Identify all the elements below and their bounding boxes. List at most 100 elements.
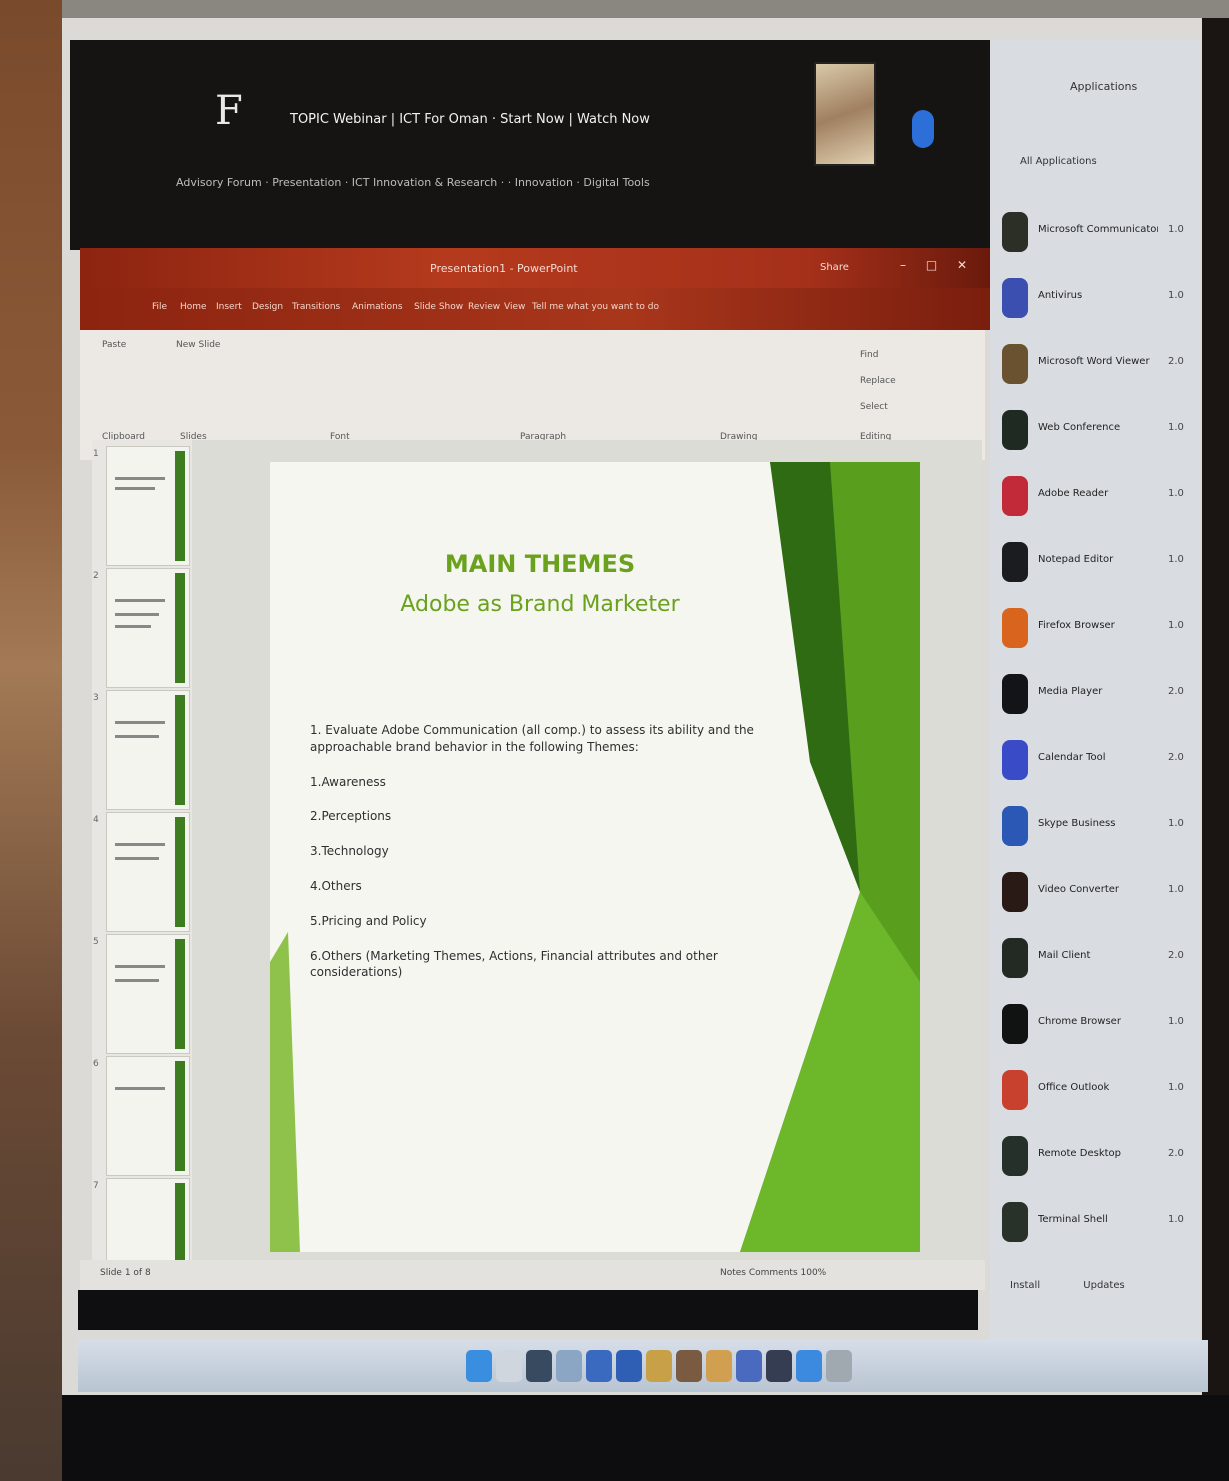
app-list-item[interactable]: Firefox Browser 1.0 [1000,596,1200,656]
app-list-item[interactable]: Antivirus 1.0 [1000,266,1200,326]
new-slide-button[interactable]: New Slide [176,340,220,350]
app-list-item[interactable]: Microsoft Word Viewer 2.0 [1000,332,1200,392]
panel-title: Applications [1070,80,1138,93]
dock-app-icon[interactable] [616,1350,642,1382]
bullet-item: 3.Technology [310,844,389,859]
view-controls[interactable]: Notes Comments 100% [720,1268,826,1278]
dock-app-icon[interactable] [766,1350,792,1382]
install-updates-button[interactable]: Install Updates [1010,1280,1125,1291]
app-version: 2.0 [1168,950,1184,961]
dock-app-icon[interactable] [466,1350,492,1382]
header-logo-letter: F [215,88,243,134]
slide-thumbnail[interactable]: 5 [93,934,190,1054]
dock-app-icon[interactable] [736,1350,762,1382]
dock-app-icon[interactable] [826,1350,852,1382]
app-version: 1.0 [1168,554,1184,565]
app-icon [1002,674,1028,714]
app-name: Media Player [1038,686,1103,697]
app-name: Microsoft Word Viewer [1038,356,1150,367]
app-list-item[interactable]: Mail Client 2.0 [1000,926,1200,986]
tab-file[interactable]: File [152,302,167,312]
app-name: Web Conference [1038,422,1121,433]
app-list-item[interactable]: Media Player 2.0 [1000,662,1200,722]
app-list-item[interactable]: Adobe Reader 1.0 [1000,464,1200,524]
tab-transitions[interactable]: Transitions [292,302,340,312]
app-name: Chrome Browser [1038,1016,1121,1027]
app-list-item[interactable]: Skype Business 1.0 [1000,794,1200,854]
bullet-item: 4.Others [310,878,362,893]
video-subtitle: Advisory Forum · Presentation · ICT Inno… [176,176,650,189]
app-list-item[interactable]: Calendar Tool 2.0 [1000,728,1200,788]
video-title[interactable]: TOPIC Webinar | ICT For Oman · Start Now… [290,112,650,127]
slide-number: 7 [93,1181,99,1191]
tab-design[interactable]: Design [252,302,283,312]
app-name: Notepad Editor [1038,554,1114,565]
app-icon [1002,344,1028,384]
share-button[interactable]: Share [820,262,849,273]
app-list-item[interactable]: Microsoft Communicator 1.0 [1000,200,1200,260]
window-controls[interactable]: – □ ✕ [900,258,975,272]
app-name: Antivirus [1038,290,1083,301]
slide-thumbnail[interactable]: 3 [93,690,190,810]
slide-subtitle[interactable]: Adobe as Brand Marketer [270,592,810,617]
slide-body[interactable]: 1. Evaluate Adobe Communication (all com… [310,722,780,999]
window-shadow [78,1290,978,1330]
dock-app-icon[interactable] [706,1350,732,1382]
dock-app-icon[interactable] [676,1350,702,1382]
slide-number: 3 [93,693,99,703]
slide-title[interactable]: MAIN THEMES [270,550,810,578]
slide-thumbnail[interactable]: 6 [93,1056,190,1176]
tab-review[interactable]: Review [468,302,500,312]
dock-app-icon[interactable] [526,1350,552,1382]
background-wall [0,0,62,1481]
app-list-item[interactable]: Chrome Browser 1.0 [1000,992,1200,1052]
dock-app-icon[interactable] [646,1350,672,1382]
app-icon [1002,872,1028,912]
app-list-item[interactable]: Web Conference 1.0 [1000,398,1200,458]
app-version: 1.0 [1168,620,1184,631]
tab-home[interactable]: Home [180,302,207,312]
slide-thumbnail[interactable]: 1 [93,446,190,566]
tab-view[interactable]: View [504,302,525,312]
tab-slide-show[interactable]: Slide Show [414,302,463,312]
app-version: 1.0 [1168,1214,1184,1225]
app-list-item[interactable]: Video Converter 1.0 [1000,860,1200,920]
tab-animations[interactable]: Animations [352,302,403,312]
replace-button[interactable]: Replace [860,376,896,386]
filter-dropdown[interactable]: All Applications [1020,156,1097,167]
slide-number: 4 [93,815,99,825]
app-list-item[interactable]: Remote Desktop 2.0 [1000,1124,1200,1184]
paste-button[interactable]: Paste [102,340,126,350]
dock-app-icon[interactable] [586,1350,612,1382]
dock-app-icon[interactable] [796,1350,822,1382]
app-version: 1.0 [1168,1016,1184,1027]
dock-app-icon[interactable] [496,1350,522,1382]
tell-me-search[interactable]: Tell me what you want to do [532,302,659,312]
app-version: 2.0 [1168,1148,1184,1159]
app-icon [1002,740,1028,780]
app-icon [1002,212,1028,252]
monitor-bezel-top [62,0,1229,18]
ribbon-tabs: File Home Insert Design Transitions Anim… [80,288,990,330]
slide-number: 5 [93,937,99,947]
current-slide[interactable]: MAIN THEMES Adobe as Brand Marketer 1. E… [270,462,920,1252]
app-list-item[interactable]: Notepad Editor 1.0 [1000,530,1200,590]
slide-thumbnail[interactable]: 7 [93,1178,190,1270]
app-version: 2.0 [1168,686,1184,697]
app-icon [1002,608,1028,648]
microphone-icon[interactable] [912,110,934,148]
app-version: 1.0 [1168,488,1184,499]
app-version: 1.0 [1168,290,1184,301]
app-icon [1002,1070,1028,1110]
tab-insert[interactable]: Insert [216,302,242,312]
bullet-item: 1.Awareness [310,774,386,789]
dock-app-icon[interactable] [556,1350,582,1382]
app-icon [1002,1004,1028,1044]
app-list-item[interactable]: Terminal Shell 1.0 [1000,1190,1200,1250]
select-button[interactable]: Select [860,402,888,412]
app-list-item[interactable]: Office Outlook 1.0 [1000,1058,1200,1118]
poster-thumbnail[interactable] [814,62,876,166]
slide-thumbnail[interactable]: 4 [93,812,190,932]
slide-thumbnail[interactable]: 2 [93,568,190,688]
find-button[interactable]: Find [860,350,878,360]
